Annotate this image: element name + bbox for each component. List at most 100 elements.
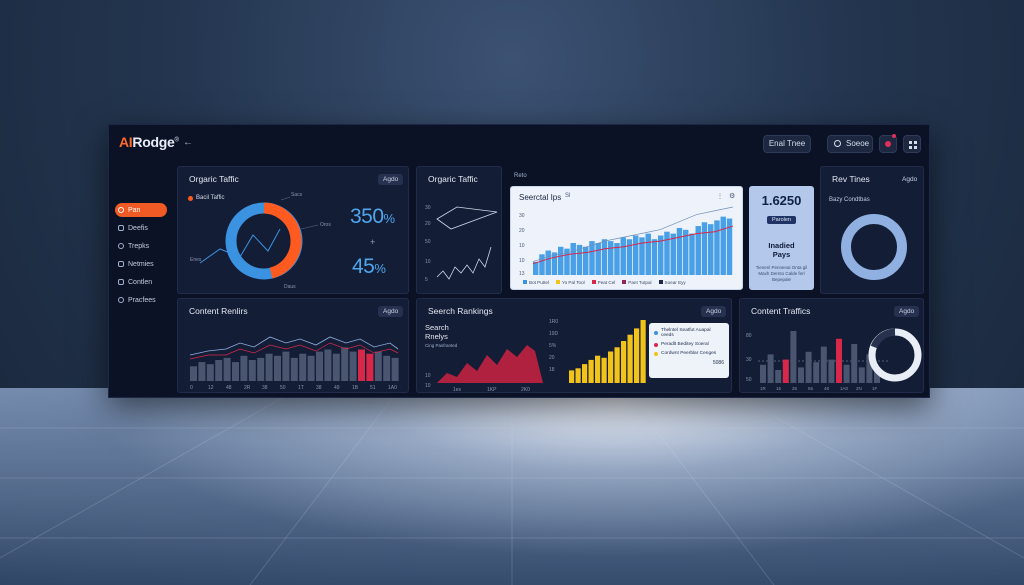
x-tick: 0 [190, 385, 193, 391]
sidebar-item-4[interactable]: Contlen [115, 275, 171, 289]
section-header: Reto [514, 173, 527, 179]
rankings-bar [316, 351, 323, 381]
notification-badge [892, 134, 896, 138]
pays-button[interactable]: Parolen [767, 216, 796, 224]
x-tick: 48 [824, 386, 830, 391]
rankings-line-1 [189, 336, 399, 356]
traffic-bar [813, 362, 820, 383]
metric-secondary: 45% [352, 255, 386, 279]
rankings-bar [383, 355, 391, 381]
mini-traffic-chart: 30 20 50 10 5 [425, 205, 498, 283]
content-traffics-card: Content Traffics Agdo 80 30 50 1R 16 25 56 4… [739, 298, 924, 393]
y-tick: 20 [519, 228, 525, 234]
tips-bar [689, 233, 695, 275]
traffic-bar [828, 359, 835, 383]
donut-label: Daus [284, 284, 296, 290]
tips-bar [570, 243, 576, 275]
tips-bar [589, 241, 595, 275]
tips-bar [539, 254, 545, 275]
bell-icon [118, 261, 124, 267]
legend-item: Soear Eyy [658, 280, 686, 285]
rankings-bar [299, 353, 307, 381]
sidebar-item-label: Pan [128, 206, 141, 214]
back-arrow-icon[interactable]: ← [183, 137, 193, 148]
x-tick: 1A0 [840, 386, 849, 391]
sidebar-item-1[interactable]: Deefis [115, 221, 171, 235]
pays-value: 1.6250 [761, 193, 802, 208]
x-tick: 16 [776, 386, 782, 391]
y-tick: 50 [746, 377, 752, 383]
legend-item: Bot Puttel [523, 280, 549, 285]
rankings-bar [349, 351, 357, 381]
x-tick: 2N [856, 386, 862, 391]
rankings-area [437, 345, 543, 383]
list-icon [118, 225, 124, 231]
sidebar-item-2[interactable]: Trepks [115, 239, 171, 253]
sidebar-item-3[interactable]: Netmies [115, 257, 171, 271]
x-tick: 2R [244, 385, 251, 391]
rankings-bar [358, 349, 365, 381]
sidebar-item-label: Trepks [128, 242, 150, 250]
circle-icon [118, 207, 124, 213]
search-button[interactable]: Soeoe [827, 135, 873, 153]
x-tick: 1A0 [388, 385, 397, 391]
metric-primary-value: 350 [350, 205, 384, 228]
sidebar-item-5[interactable]: Pracfees [115, 293, 171, 307]
legend-label: Pant Tutpal [628, 280, 652, 285]
organic-traffic-mini-card: Orgaric Taffic 30 20 50 10 5 [416, 166, 502, 294]
tips-bar [645, 233, 651, 275]
top-action-button[interactable]: Enal Tnee [763, 135, 811, 153]
traffic-bar [760, 364, 766, 383]
tips-bar [601, 239, 608, 275]
legend-item: Yo Pal Tool [555, 280, 585, 285]
search-icon [834, 140, 841, 147]
traffic-bar [782, 359, 789, 383]
content-rankings-chart: 0 12 48 2R 38 50 1T 38 49 1B 51 1A0 [189, 336, 399, 391]
traffic-bar [767, 354, 774, 383]
apps-grid-button[interactable] [903, 135, 921, 153]
x-tick: 1F [872, 386, 878, 391]
donut-label: Oros [320, 222, 331, 228]
notifications-button[interactable] [879, 134, 897, 153]
donut-label: Enes [190, 257, 202, 263]
organic-traffic-card: Orgaric Taffic Agdo Bacil Taffic Sacs Or… [177, 166, 409, 294]
x-tick: 48 [226, 385, 232, 391]
rankings-bar [332, 353, 340, 381]
tips-bar [545, 250, 551, 275]
rankings-yellow-bar [614, 347, 620, 383]
legend-swatch [654, 342, 658, 347]
logo-text: Rodge [132, 134, 175, 150]
y-tick: 30 [425, 205, 431, 211]
legend-label: Soear Eyy [664, 280, 686, 285]
x-tick: 49 [334, 385, 340, 391]
rankings-yellow-bar [582, 364, 588, 383]
sidebar-item-0[interactable]: Pan [115, 203, 167, 217]
legend-swatch [654, 351, 658, 356]
y-tick: 13 [519, 271, 525, 277]
donut-label: Sacs [291, 192, 303, 198]
tips-bar [670, 233, 676, 275]
rankings-yellow-bar [621, 341, 627, 383]
metric-plus: + [370, 237, 376, 247]
y-tick: 10 [425, 373, 431, 379]
legend-value: 5086 [712, 360, 724, 366]
tips-bar [608, 241, 614, 275]
rev-ring-chart [841, 214, 907, 280]
sidebar-item-label: Contlen [128, 278, 153, 286]
metric-secondary-value: 45 [352, 255, 375, 278]
x-tick: 25 [792, 386, 798, 391]
x-tick: 38 [316, 385, 322, 391]
mini-trend-line [436, 246, 492, 280]
sidebar-item-label: Pracfees [128, 296, 156, 304]
y-tick: 10 [519, 243, 525, 249]
rankings-yellow-bar [640, 320, 646, 383]
grid-icon [909, 141, 917, 149]
logo-ai: AI [119, 134, 133, 150]
tips-bar [676, 227, 683, 275]
x-tick: 12 [208, 385, 214, 391]
app-logo[interactable]: AIRodge® [119, 134, 179, 150]
users-icon [118, 297, 124, 303]
rankings-bar [324, 349, 332, 381]
y-tick: 50 [425, 239, 431, 245]
traffic-bar [851, 344, 858, 383]
